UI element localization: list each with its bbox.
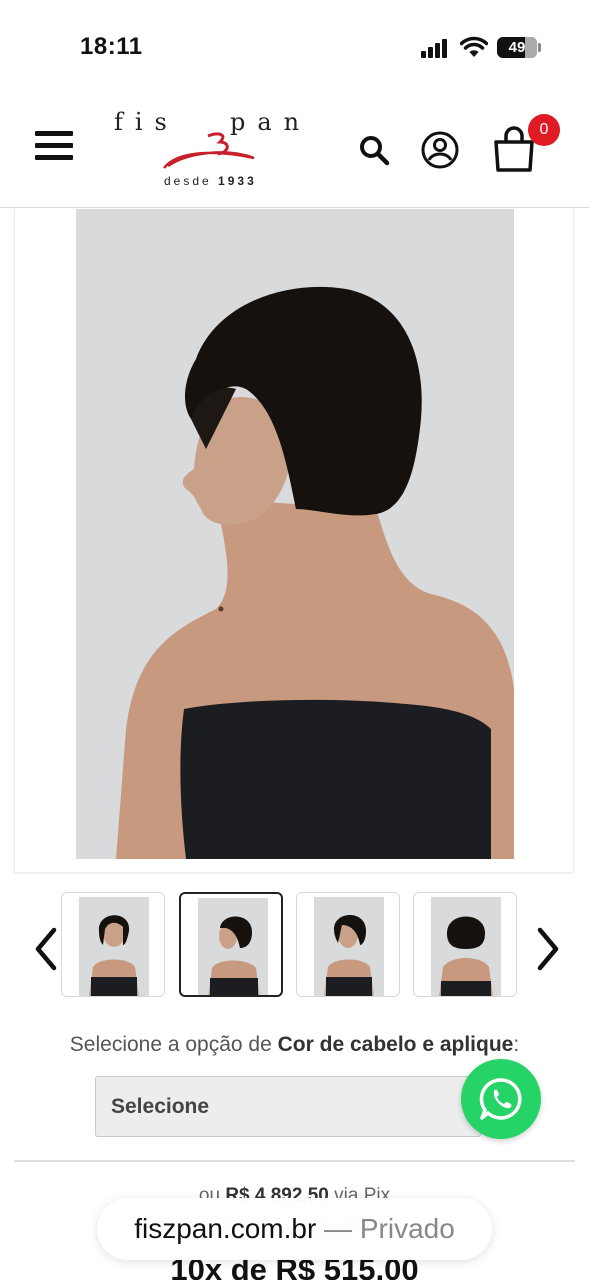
thumbnail-three-quarter[interactable] (296, 892, 400, 997)
whatsapp-button[interactable] (461, 1059, 541, 1139)
thumbnail-three-quarter-image (314, 897, 384, 996)
cart-count-badge[interactable]: 0 (528, 114, 560, 146)
thumbnail-side-image (198, 898, 268, 995)
brand-logo[interactable]: fiszpan fis pan desde 1933 (108, 108, 318, 192)
site-header: fiszpan fis pan desde 1933 (0, 90, 589, 208)
url-domain: fiszpan.com.br (134, 1213, 317, 1244)
url-separator: — (316, 1213, 360, 1244)
thumbnail-back[interactable] (413, 892, 517, 997)
wifi-icon (460, 36, 488, 57)
thumbnail-back-image (431, 897, 501, 996)
option-label: Selecione a opção de Cor de cabelo e apl… (69, 1033, 520, 1056)
product-main-image[interactable] (76, 209, 514, 859)
account-icon[interactable] (420, 130, 460, 170)
battery-level: 49 (508, 39, 526, 56)
private-mode-label: Privado (359, 1213, 455, 1244)
image-thumbnail-carousel (0, 890, 589, 1000)
select-value: Selecione (111, 1095, 210, 1118)
menu-icon[interactable] (35, 131, 73, 163)
main-image-frame (14, 209, 574, 873)
hair-color-select[interactable]: Selecione (95, 1076, 481, 1137)
brand-tagline: desde 1933 (164, 174, 257, 188)
cellular-signal-icon (421, 38, 451, 58)
search-icon[interactable] (358, 134, 390, 166)
battery-icon: 49 (497, 37, 541, 58)
thumbnail-side[interactable] (179, 892, 283, 997)
browser-url-bar[interactable]: fiszpan.com.br — Privado (97, 1198, 492, 1260)
thumbnail-front-image (79, 897, 149, 996)
brand-swirl-icon (163, 132, 255, 169)
whatsapp-icon (479, 1078, 522, 1120)
product-page: 18:11 49 fiszpan fis pan (0, 0, 589, 1280)
chevron-right-icon[interactable] (534, 926, 562, 972)
status-time: 18:11 (80, 33, 143, 60)
chevron-left-icon[interactable] (32, 926, 60, 972)
section-divider (14, 1160, 575, 1162)
status-bar: 18:11 49 (0, 0, 589, 90)
thumbnail-front[interactable] (61, 892, 165, 997)
